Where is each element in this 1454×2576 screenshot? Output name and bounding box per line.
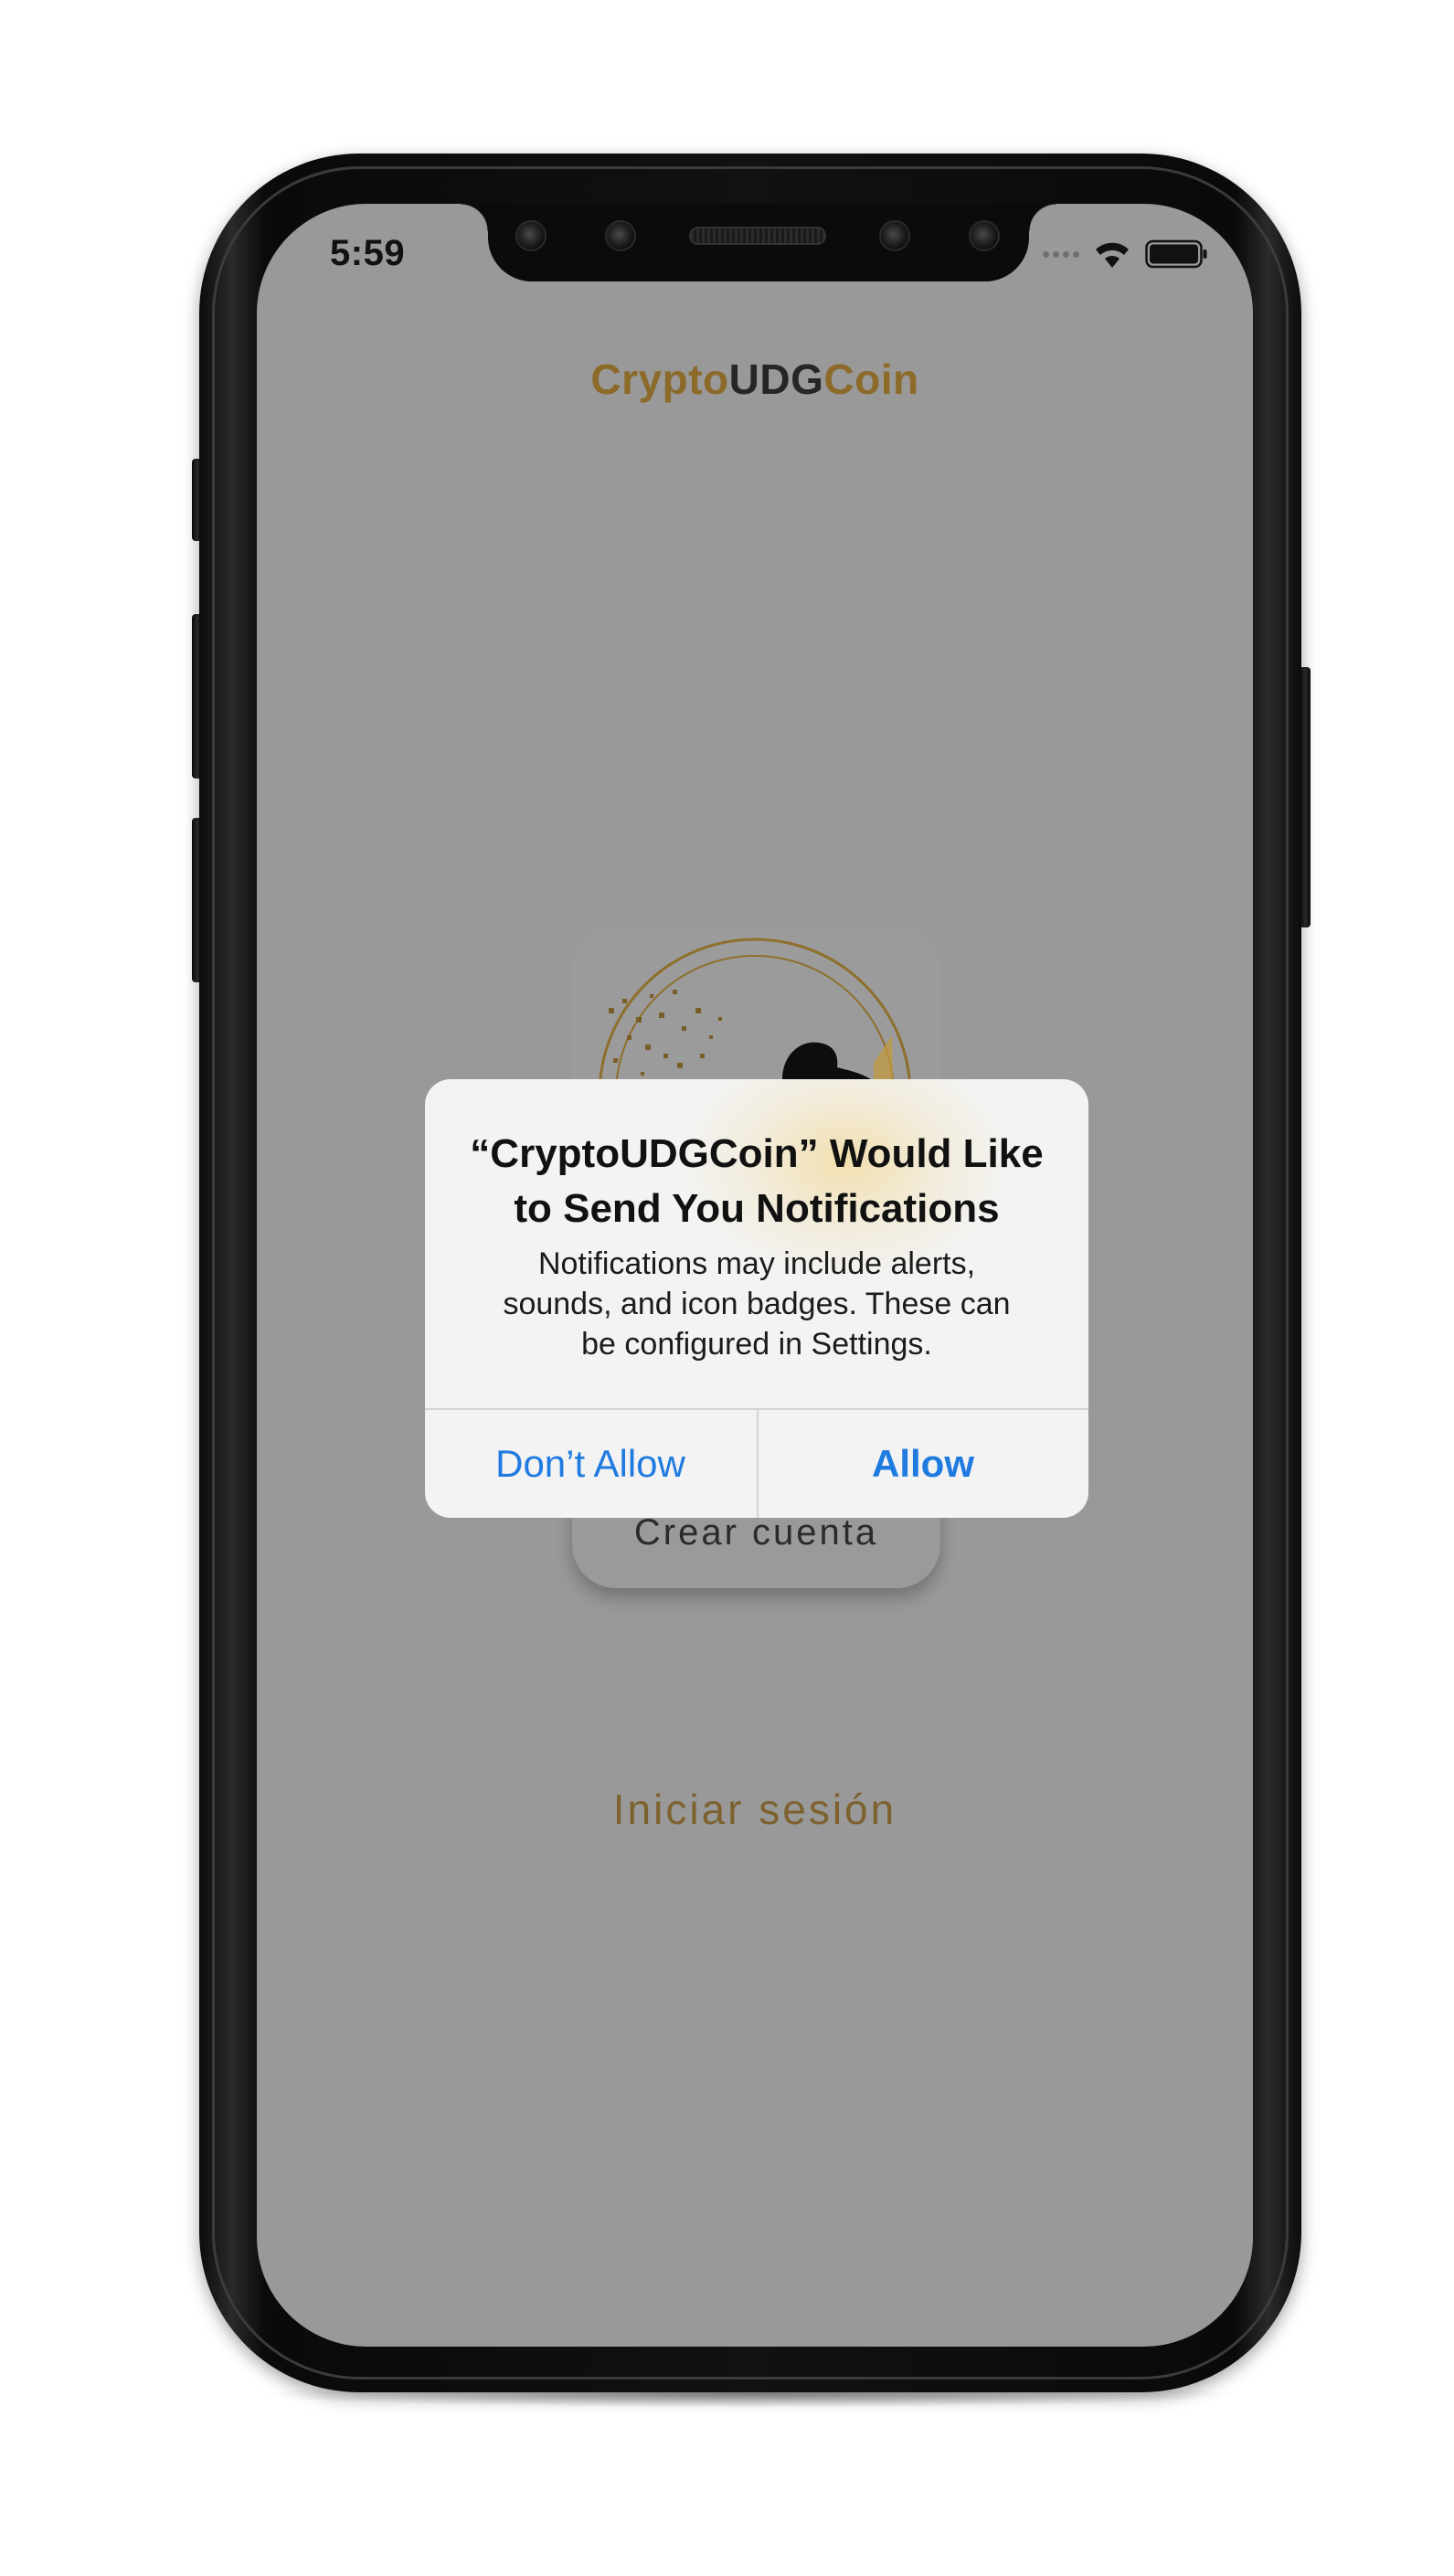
status-time: 5:59: [330, 233, 406, 273]
alert-title-line: “CryptoUDGCoin” Would Like: [470, 1131, 1044, 1176]
phone-screen: 5:59 CryptoUDGCoin Crear cuenta Iniciar …: [257, 204, 1253, 2347]
front-sensor-icon: [969, 220, 1000, 251]
app-title-coin: Coin: [823, 355, 919, 403]
alert-message: Notifications may include alerts, sounds…: [462, 1244, 1052, 1364]
notch: [461, 204, 1056, 281]
app-title-udg: UDG: [728, 355, 824, 403]
front-sensor-icon: [515, 220, 547, 251]
battery-icon: [1145, 239, 1207, 269]
create-account-label: Crear cuenta: [633, 1512, 879, 1553]
notification-permission-alert: “CryptoUDGCoin” Would Like to Send You N…: [425, 1079, 1088, 1518]
earpiece-speaker: [689, 227, 826, 245]
signal-dots-icon: [1043, 250, 1079, 258]
alert-message-line: sounds, and icon badges. These can: [503, 1287, 1011, 1321]
alert-title-line: to Send You Notifications: [514, 1186, 1000, 1231]
alert-message-line: Notifications may include alerts,: [537, 1246, 976, 1281]
alert-title: “CryptoUDGCoin” Would Like to Send You N…: [443, 1127, 1070, 1236]
alert-message-line: be configured in Settings.: [581, 1327, 932, 1362]
dont-allow-button[interactable]: Don’t Allow: [425, 1410, 756, 1518]
front-sensor-icon: [605, 220, 636, 251]
allow-button[interactable]: Allow: [758, 1410, 1088, 1518]
wifi-icon: [1096, 242, 1129, 268]
front-camera-icon: [879, 220, 910, 251]
login-link[interactable]: Iniciar sesión: [257, 1785, 1253, 1834]
device-mockup: 5:59 CryptoUDGCoin Crear cuenta Iniciar …: [0, 0, 1454, 2576]
app-title-crypto: Crypto: [590, 355, 729, 403]
status-icons: [1043, 239, 1209, 270]
app-title: CryptoUDGCoin: [257, 355, 1253, 404]
